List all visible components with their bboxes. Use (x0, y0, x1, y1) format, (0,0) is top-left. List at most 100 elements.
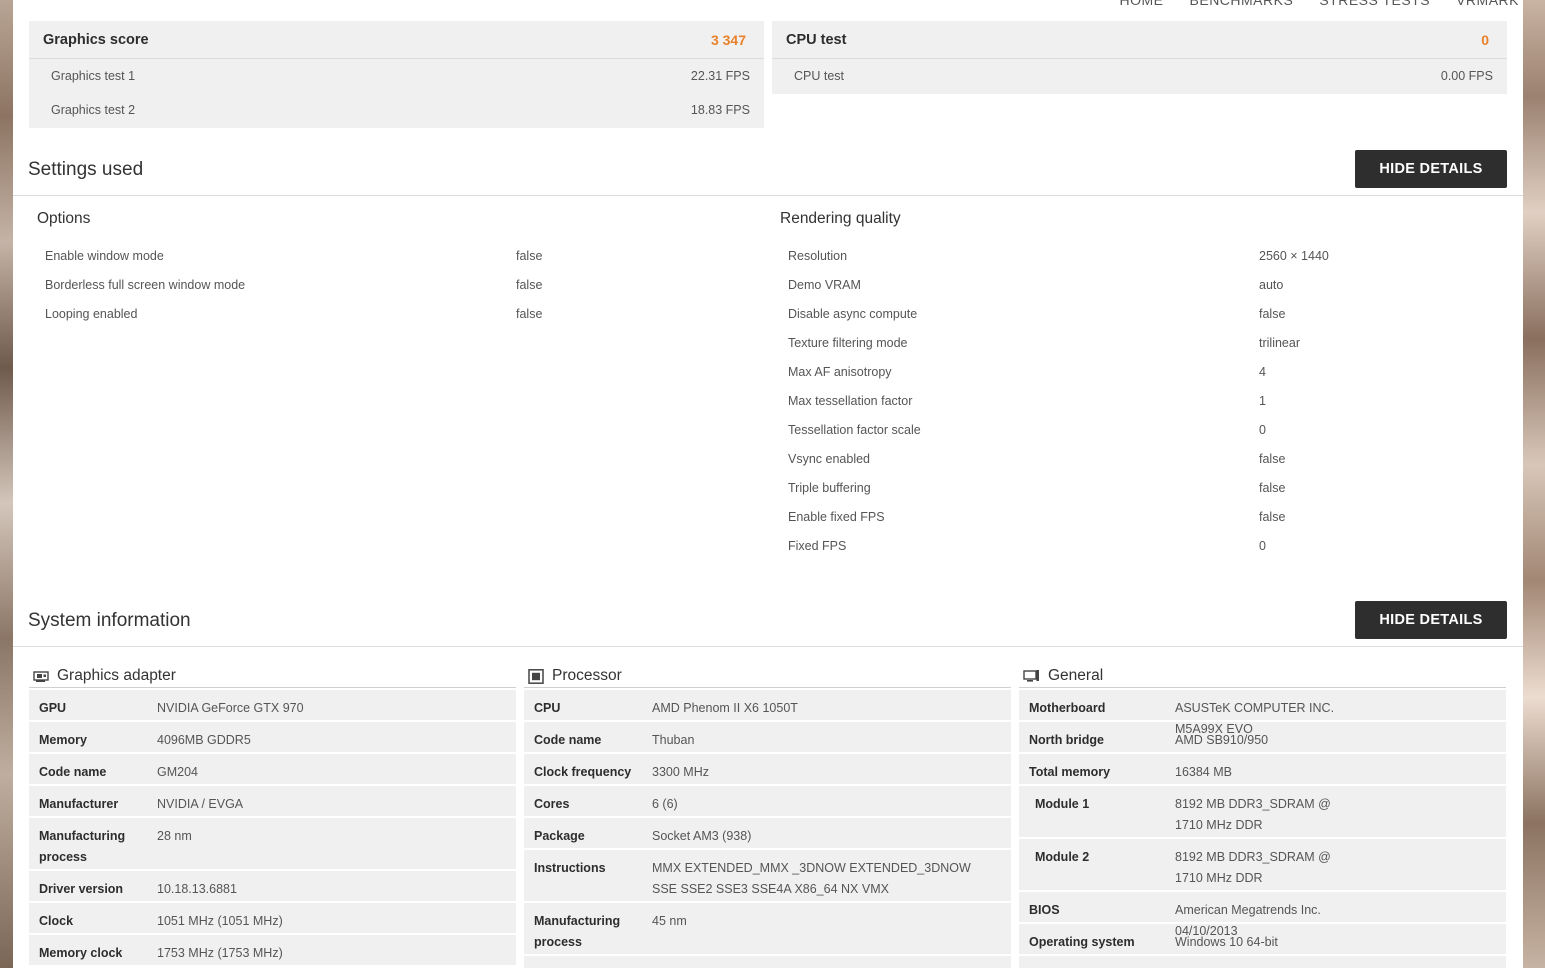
nav-vrmark[interactable]: VRMARK (1456, 0, 1519, 8)
general-info-value: ASUSTeK COMPUTER INC. M5A99X EVO (1175, 701, 1335, 736)
option-row: Borderless full screen window mode false (37, 270, 767, 299)
rendering-row: Fixed FPS 0 (780, 531, 1510, 560)
graphics-info-row: Memory 4096MB GDDR5 (29, 722, 516, 752)
general-info-label: Module 2 (1035, 850, 1090, 864)
option-value: false (516, 277, 543, 292)
graphics-info-value: NVIDIA / EVGA (157, 797, 244, 811)
processor-info-row: CPU AMD Phenom II X6 1050T (524, 690, 1011, 720)
general-info-row: Total memory 16384 MB (1019, 754, 1506, 784)
graphics-info-label: Memory clock (39, 946, 123, 960)
nav-stress-tests[interactable]: STRESS TESTS (1319, 0, 1430, 8)
rendering-label: Tessellation factor scale (788, 422, 921, 437)
general-info-row: Module 1 8192 MB DDR3_SDRAM @ 1710 MHz DD… (1019, 786, 1506, 837)
processor-column: Processor CPU AMD Phenom II X6 1050T Code … (524, 665, 1011, 968)
graphics-info-row: GPU NVIDIA GeForce GTX 970 (29, 690, 516, 720)
options-column: Options Enable window mode false Borderles… (37, 210, 767, 328)
graphics-score-panel: Graphics score 3 347 Graphics test 1 22.… (29, 21, 764, 128)
cpu-test-header: CPU test 0 (772, 21, 1507, 59)
rendering-value: false (1259, 480, 1286, 495)
graphics-test-label: Graphics test 1 (51, 69, 136, 83)
option-label: Borderless full screen window mode (45, 277, 246, 292)
rendering-value: 2560 × 1440 (1259, 248, 1329, 263)
graphics-info-row: Driver version 10.18.13.6881 (29, 871, 516, 901)
graphics-adapter-title: Graphics adapter (57, 667, 176, 684)
cpu-test-row: CPU test 0.00 FPS (772, 59, 1507, 93)
general-info-value: Windows 10 64-bit (1175, 935, 1278, 949)
processor-info-row: Code name Thuban (524, 722, 1011, 752)
graphics-info-value: NVIDIA GeForce GTX 970 (157, 701, 304, 715)
general-info-row (1019, 956, 1506, 968)
processor-info-value: 3300 MHz (652, 765, 709, 779)
option-row: Enable window mode false (37, 241, 767, 270)
graphics-score-value: 3 347 (710, 31, 746, 48)
system-hide-details-button[interactable]: HIDE DETAILS (1355, 601, 1507, 639)
rendering-quality-column: Rendering quality Resolution 2560 × 1440 D… (780, 210, 1510, 560)
rendering-row: Resolution 2560 × 1440 (780, 241, 1510, 270)
graphics-info-row: Manufacturing process 28 nm (29, 818, 516, 869)
graphics-info-label: Memory (39, 733, 87, 747)
graphics-info-value: 10.18.13.6881 (157, 882, 237, 896)
rendering-quality-heading: Rendering quality (780, 210, 901, 227)
rendering-row: Tessellation factor scale 0 (780, 415, 1510, 444)
computer-icon (1023, 669, 1040, 683)
rendering-row: Max tessellation factor 1 (780, 386, 1510, 415)
rendering-row: Texture filtering mode trilinear (780, 328, 1510, 357)
graphics-info-label: Manufacturer (39, 797, 119, 811)
top-navigation: HOME BENCHMARKS STRESS TESTS VRMARK (1120, 0, 1519, 8)
graphics-info-value: 4096MB GDDR5 (157, 733, 251, 747)
graphics-test-label: Graphics test 2 (51, 103, 136, 117)
rendering-label: Resolution (788, 248, 848, 263)
processor-info-value: 45 nm (652, 914, 687, 928)
option-label: Enable window mode (45, 248, 164, 263)
graphics-info-row: Memory clock 1753 MHz (1753 MHz) (29, 935, 516, 965)
processor-info-label: Manufacturing process (534, 914, 621, 949)
graphics-adapter-header: Graphics adapter (29, 665, 516, 688)
graphics-info-row: Clock 1051 MHz (1051 MHz) (29, 903, 516, 933)
system-section-title: System information (28, 610, 191, 631)
general-info-label: North bridge (1029, 733, 1104, 747)
general-header: General (1019, 665, 1506, 688)
processor-info-value: MMX EXTENDED_MMX _3DNOW EXTENDED_3DNOW S… (652, 861, 971, 896)
processor-info-label: Cores (534, 797, 570, 811)
processor-info-value: Thuban (652, 733, 695, 747)
rendering-label: Enable fixed FPS (788, 509, 885, 524)
general-info-label: Operating system (1029, 935, 1135, 949)
graphics-info-value: 28 nm (157, 829, 192, 843)
rendering-label: Disable async compute (788, 306, 918, 321)
processor-info-row: Instructions MMX EXTENDED_MMX _3DNOW EXTE… (524, 850, 1011, 901)
rendering-value: false (1259, 509, 1286, 524)
processor-info-label: Package (534, 829, 585, 843)
rendering-label: Triple buffering (788, 480, 871, 495)
settings-divider (13, 195, 1523, 196)
options-heading: Options (37, 210, 91, 227)
processor-info-row: Manufacturing process 45 nm (524, 903, 1011, 954)
rendering-value: 0 (1259, 422, 1266, 437)
general-info-row: Operating system Windows 10 64-bit (1019, 924, 1506, 954)
rendering-label: Demo VRAM (788, 277, 861, 292)
processor-info-row: Clock frequency 3300 MHz (524, 754, 1011, 784)
nav-benchmarks[interactable]: BENCHMARKS (1190, 0, 1294, 8)
graphics-test-row: Graphics test 1 22.31 FPS (29, 59, 764, 93)
rendering-label: Max AF anisotropy (788, 364, 892, 379)
graphics-adapter-column: Graphics adapter GPU NVIDIA GeForce GTX 9… (29, 665, 516, 965)
processor-info-row: Package Socket AM3 (938) (524, 818, 1011, 848)
general-info-value: 16384 MB (1175, 765, 1232, 779)
rendering-row: Enable fixed FPS false (780, 502, 1510, 531)
graphics-info-value: GM204 (157, 765, 198, 779)
rendering-row: Disable async compute false (780, 299, 1510, 328)
general-info-row: North bridge AMD SB910/950 (1019, 722, 1506, 752)
settings-hide-details-button[interactable]: HIDE DETAILS (1355, 150, 1507, 188)
general-info-label: Motherboard (1029, 701, 1106, 715)
rendering-label: Vsync enabled (788, 451, 871, 466)
option-label: Looping enabled (45, 306, 138, 321)
rendering-value: 1 (1259, 393, 1266, 408)
option-row: Looping enabled false (37, 299, 767, 328)
rendering-row: Triple buffering false (780, 473, 1510, 502)
rendering-value: false (1259, 306, 1286, 321)
graphics-info-row: Manufacturer NVIDIA / EVGA (29, 786, 516, 816)
option-value: false (516, 248, 543, 263)
graphics-test-row: Graphics test 2 18.83 FPS (29, 93, 764, 127)
nav-home[interactable]: HOME (1120, 0, 1164, 8)
rendering-label: Fixed FPS (788, 538, 847, 553)
rendering-value: 0 (1259, 538, 1266, 553)
